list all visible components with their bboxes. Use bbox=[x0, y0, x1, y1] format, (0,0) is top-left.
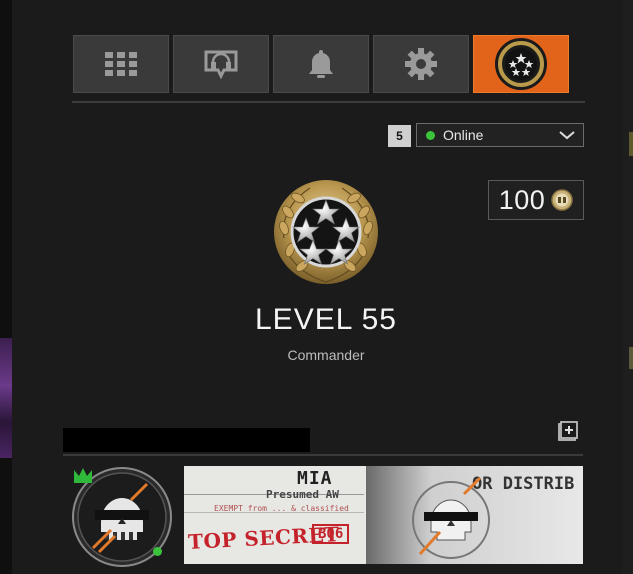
add-friend-icon[interactable] bbox=[558, 421, 578, 441]
tab-apps[interactable] bbox=[73, 35, 169, 93]
online-status-dropdown[interactable]: Online bbox=[416, 123, 584, 147]
cod-points-icon bbox=[551, 189, 574, 211]
card-title: MIA bbox=[297, 468, 333, 489]
card-scribble: EXEMPT from ... & classified bbox=[214, 504, 349, 513]
calling-card[interactable]: MIA Presumed AW EXEMPT from ... & classi… bbox=[184, 466, 583, 564]
player-level: LEVEL 55 bbox=[255, 303, 397, 336]
tab-profile[interactable] bbox=[473, 35, 569, 93]
left-edge bbox=[0, 0, 12, 574]
section-divider bbox=[63, 454, 583, 456]
tab-social[interactable] bbox=[173, 35, 269, 93]
tab-notifications[interactable] bbox=[273, 35, 369, 93]
rank-icon bbox=[495, 38, 547, 90]
rank-emblem bbox=[274, 180, 378, 284]
online-indicator-icon bbox=[153, 547, 162, 556]
tabs-divider bbox=[72, 101, 585, 103]
party-count-badge: 5 bbox=[388, 125, 411, 147]
chevron-down-icon bbox=[559, 131, 575, 140]
cod-points-balance[interactable]: 100 bbox=[488, 180, 584, 220]
gear-icon bbox=[405, 48, 437, 80]
crown-icon bbox=[74, 468, 92, 483]
headset-icon bbox=[204, 50, 238, 80]
cod-points-value: 100 bbox=[498, 184, 546, 215]
bell-icon bbox=[309, 50, 333, 78]
card-code: B06 bbox=[312, 524, 350, 544]
online-status-label: Online bbox=[443, 127, 484, 143]
skull-icon bbox=[412, 476, 490, 559]
online-status-icon bbox=[426, 130, 435, 140]
tab-settings[interactable] bbox=[373, 35, 469, 93]
player-emblem[interactable] bbox=[71, 466, 173, 568]
card-subtitle: Presumed AW bbox=[266, 488, 339, 501]
redacted-name-bar bbox=[63, 428, 310, 452]
right-edge bbox=[623, 0, 633, 574]
grid-icon bbox=[105, 52, 137, 76]
rank-title: Commander bbox=[287, 347, 365, 363]
